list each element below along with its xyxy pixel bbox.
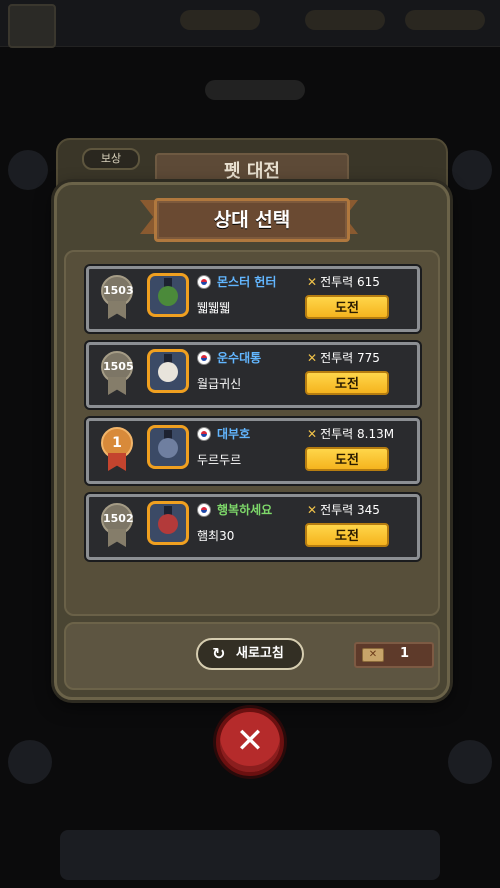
ticket-count: 1 bbox=[400, 646, 410, 661]
opponent-row: 1503 몬스터 헌터 뛟뛟뛟 ✕ 전투력 615 도전 bbox=[86, 266, 420, 332]
reward-tab[interactable]: 보상 bbox=[82, 148, 140, 170]
power-value: 8.13M bbox=[357, 427, 395, 441]
background-bottom-nav bbox=[60, 830, 440, 880]
background-avatar bbox=[8, 4, 56, 48]
korea-flag-icon bbox=[197, 351, 211, 365]
power-label: 전투력 bbox=[320, 351, 354, 365]
guild-name: 행복하세요 bbox=[217, 503, 273, 517]
power-label: 전투력 bbox=[320, 275, 354, 289]
background-resource bbox=[180, 10, 260, 30]
combat-power: ✕ 전투력 615 bbox=[307, 273, 380, 290]
guild-name: 운수대통 bbox=[217, 351, 262, 365]
pet-avatar[interactable] bbox=[147, 501, 189, 545]
ticket-icon: ✕ bbox=[362, 648, 384, 662]
popup-title-banner: 상대 선택 bbox=[154, 198, 350, 242]
refresh-icon: ↻ bbox=[212, 644, 226, 663]
guild-name: 몬스터 헌터 bbox=[217, 275, 277, 289]
combat-power: ✕ 전투력 8.13M bbox=[307, 425, 394, 442]
rank-medal: 1505 bbox=[99, 351, 135, 397]
player-name: 월급귀신 bbox=[197, 377, 242, 391]
background-decoration bbox=[448, 740, 492, 784]
player-name: 두르두르 bbox=[197, 453, 242, 467]
player-name: 햄최30 bbox=[197, 529, 235, 543]
pet-avatar[interactable] bbox=[147, 425, 189, 469]
player-name: 뛟뛟뛟 bbox=[197, 301, 231, 315]
background-decoration bbox=[8, 740, 52, 784]
background-resource bbox=[305, 10, 385, 30]
power-label: 전투력 bbox=[320, 427, 354, 441]
opponent-row: 1505 운수대통 월급귀신 ✕ 전투력 775 도전 bbox=[86, 342, 420, 408]
crossed-swords-icon: ✕ bbox=[307, 503, 318, 517]
medal-ribbon bbox=[108, 529, 126, 547]
rank-medal: 1502 bbox=[99, 503, 135, 549]
crossed-swords-icon: ✕ bbox=[307, 351, 318, 365]
challenge-button[interactable]: 도전 bbox=[305, 371, 389, 395]
combat-power: ✕ 전투력 775 bbox=[307, 349, 380, 366]
background-decoration bbox=[8, 150, 48, 190]
pet-avatar[interactable] bbox=[147, 349, 189, 393]
crossed-swords-icon: ✕ bbox=[307, 427, 318, 441]
power-label: 전투력 bbox=[320, 503, 354, 517]
close-icon: ✕ bbox=[235, 721, 265, 761]
background-top-bar bbox=[0, 0, 500, 48]
power-value: 615 bbox=[357, 275, 380, 289]
close-button[interactable]: ✕ bbox=[216, 708, 284, 776]
challenge-button[interactable]: 도전 bbox=[305, 295, 389, 319]
korea-flag-icon bbox=[197, 427, 211, 441]
rank-medal: 1503 bbox=[99, 275, 135, 321]
background-resource bbox=[405, 10, 485, 30]
background-label bbox=[205, 80, 305, 100]
korea-flag-icon bbox=[197, 503, 211, 517]
guild-name: 대부호 bbox=[217, 427, 251, 441]
background-decoration bbox=[452, 150, 492, 190]
power-value: 775 bbox=[357, 351, 380, 365]
medal-ribbon bbox=[108, 453, 126, 471]
challenge-button[interactable]: 도전 bbox=[305, 447, 389, 471]
popup-title: 상대 선택 bbox=[213, 209, 291, 231]
ticket-counter: ✕ 1 bbox=[354, 642, 434, 668]
refresh-label: 새로고침 bbox=[236, 646, 284, 661]
power-value: 345 bbox=[357, 503, 380, 517]
opponent-row: 1502 행복하세요 햄최30 ✕ 전투력 345 도전 bbox=[86, 494, 420, 560]
crossed-swords-icon: ✕ bbox=[307, 275, 318, 289]
combat-power: ✕ 전투력 345 bbox=[307, 501, 380, 518]
korea-flag-icon bbox=[197, 275, 211, 289]
medal-ribbon bbox=[108, 301, 126, 319]
opponent-row: 1 대부호 두르두르 ✕ 전투력 8.13M 도전 bbox=[86, 418, 420, 484]
refresh-button[interactable]: ↻ 새로고침 bbox=[196, 638, 304, 670]
medal-ribbon bbox=[108, 377, 126, 395]
pet-avatar[interactable] bbox=[147, 273, 189, 317]
challenge-button[interactable]: 도전 bbox=[305, 523, 389, 547]
rank-medal: 1 bbox=[99, 427, 135, 473]
